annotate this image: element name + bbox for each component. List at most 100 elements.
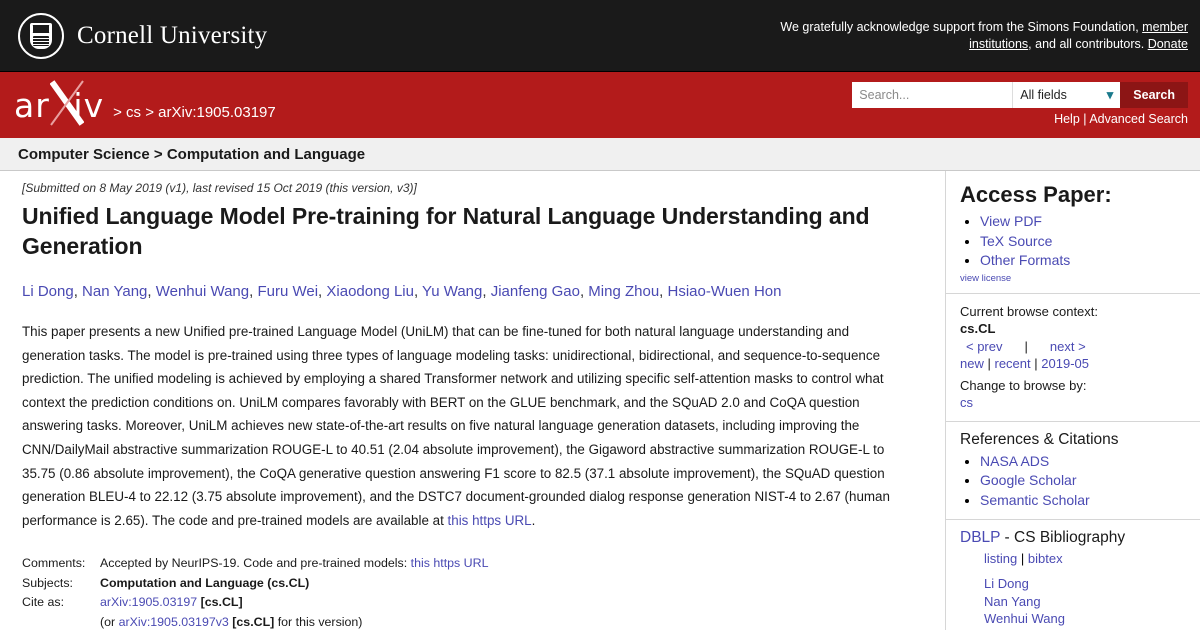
abstract-period: . bbox=[531, 512, 536, 528]
subject-archive-link[interactable]: Computer Science bbox=[18, 146, 150, 163]
author-link[interactable]: Furu Wei bbox=[257, 283, 318, 300]
author-separator: , bbox=[147, 283, 156, 300]
recent-listing-link[interactable]: recent bbox=[995, 356, 1031, 371]
abstract-body: This paper presents a new Unified pre-tr… bbox=[22, 324, 890, 528]
author-link[interactable]: Li Dong bbox=[22, 283, 74, 300]
version-id-link[interactable]: arXiv:1905.03197v3 bbox=[119, 615, 229, 629]
author-list: Li Dong, Nan Yang, Wenhui Wang, Furu Wei… bbox=[22, 281, 921, 302]
paper-metadata-table: Comments: Accepted by NeurIPS-19. Code a… bbox=[22, 554, 921, 630]
comments-label: Comments: bbox=[22, 556, 86, 571]
search-scope-select[interactable]: All fields ▾ bbox=[1012, 82, 1121, 108]
comments-text: Accepted by NeurIPS-19. Code and pre-tra… bbox=[100, 556, 411, 571]
browse-links-row: new | recent | 2019-05 bbox=[960, 355, 1200, 373]
search-help-links: Help | Advanced Search bbox=[1054, 112, 1188, 126]
dblp-link[interactable]: DBLP bbox=[960, 529, 1000, 546]
help-link[interactable]: Help bbox=[1054, 112, 1080, 126]
access-paper-box: Access Paper: View PDF TeX Source Other … bbox=[946, 171, 1200, 294]
author-link[interactable]: Nan Yang bbox=[82, 283, 147, 300]
author-link[interactable]: Wenhui Wang bbox=[156, 283, 249, 300]
dblp-title-rest: - CS Bibliography bbox=[1004, 529, 1126, 546]
support-prefix-text: We gratefully acknowledge support from t… bbox=[780, 19, 1143, 34]
donate-link[interactable]: Donate bbox=[1148, 37, 1188, 51]
references-citations-box: References & Citations NASA ADS Google S… bbox=[946, 422, 1200, 520]
access-paper-title: Access Paper: bbox=[960, 182, 1112, 207]
browse-sep-1: | bbox=[987, 356, 991, 371]
breadcrumb-archive-link[interactable]: cs bbox=[126, 104, 141, 121]
author-link[interactable]: Ming Zhou bbox=[588, 283, 659, 300]
version-suffix: for this version) bbox=[274, 614, 363, 629]
cite-as-value: arXiv:1905.03197 [cs.CL] bbox=[100, 593, 243, 613]
comments-value: Accepted by NeurIPS-19. Code and pre-tra… bbox=[100, 554, 488, 574]
subject-separator: > bbox=[153, 146, 163, 163]
semantic-scholar-link[interactable]: Semantic Scholar bbox=[980, 492, 1090, 508]
breadcrumb-sep-2: > bbox=[145, 103, 154, 121]
view-license-link[interactable]: view license bbox=[960, 273, 1200, 284]
author-separator: , bbox=[73, 283, 83, 300]
dblp-sublinks: listing | bibtex bbox=[960, 550, 1200, 568]
other-formats-link[interactable]: Other Formats bbox=[980, 252, 1070, 268]
dblp-author-link[interactable]: Li Dong bbox=[984, 575, 1200, 593]
arxiv-logo[interactable]: arXiv bbox=[14, 79, 104, 126]
subjects-label: Subjects: bbox=[22, 575, 73, 590]
prev-paper-link[interactable]: < prev bbox=[966, 338, 1003, 356]
subject-category-link[interactable]: Computation and Language bbox=[167, 146, 365, 163]
comments-url-link[interactable]: this https URL bbox=[411, 556, 489, 570]
browse-context-value: cs.CL bbox=[960, 321, 996, 336]
abstract-text: This paper presents a new Unified pre-tr… bbox=[22, 320, 892, 532]
abstract-url-link[interactable]: this https URL bbox=[448, 513, 532, 528]
browse-context-box: Current browse context: cs.CL < prev | n… bbox=[946, 294, 1200, 422]
search-button[interactable]: Search bbox=[1120, 82, 1188, 108]
subject-breadcrumb-band: Computer Science > Computation and Langu… bbox=[0, 138, 1200, 171]
chevron-down-icon: ▾ bbox=[1106, 87, 1114, 102]
breadcrumb-paper-id: arXiv:1905.03197 bbox=[158, 103, 276, 121]
dblp-author-link[interactable]: Nan Yang bbox=[984, 593, 1200, 611]
sidebar: Access Paper: View PDF TeX Source Other … bbox=[945, 171, 1200, 630]
next-paper-link[interactable]: next > bbox=[1050, 338, 1086, 356]
cornell-brand-link[interactable]: Cornell University bbox=[18, 12, 268, 59]
page-body: [Submitted on 8 May 2019 (v1), last revi… bbox=[0, 171, 1200, 630]
dblp-bibtex-link[interactable]: bibtex bbox=[1028, 551, 1063, 566]
list-item: Other Formats bbox=[980, 251, 1200, 270]
metadata-row-cite-as: Cite as: arXiv:1905.03197 [cs.CL] bbox=[22, 593, 921, 613]
version-prefix: (or bbox=[100, 614, 119, 629]
view-pdf-link[interactable]: View PDF bbox=[980, 213, 1042, 229]
cornell-header: Cornell University We gratefully acknowl… bbox=[0, 0, 1200, 72]
tex-source-link[interactable]: TeX Source bbox=[980, 233, 1052, 249]
cite-as-label: Cite as: bbox=[22, 595, 65, 610]
cite-arxiv-id-link[interactable]: arXiv:1905.03197 bbox=[100, 595, 197, 609]
links-separator: | bbox=[1083, 112, 1087, 126]
browse-context-label: Current browse context: bbox=[960, 303, 1099, 319]
support-middle-text: , and all contributors. bbox=[1028, 36, 1148, 51]
author-link[interactable]: Xiaodong Liu bbox=[326, 283, 414, 300]
subjects-value: Computation and Language (cs.CL) bbox=[100, 575, 310, 590]
references-title: References & Citations bbox=[960, 430, 1119, 448]
browse-cs-link[interactable]: cs bbox=[960, 395, 973, 410]
dblp-title: DBLP - CS Bibliography bbox=[960, 529, 1200, 547]
new-listing-link[interactable]: new bbox=[960, 356, 984, 371]
author-link[interactable]: Hsiao-Wuen Hon bbox=[668, 283, 782, 300]
author-separator: , bbox=[413, 283, 423, 300]
browse-sep-2: | bbox=[1034, 356, 1038, 371]
dblp-bibliography-box: DBLP - CS Bibliography listing | bibtex … bbox=[946, 520, 1200, 630]
list-item: View PDF bbox=[980, 212, 1200, 231]
arxiv-header-bar: arXiv > cs > arXiv:1905.03197 All fields… bbox=[0, 72, 1200, 138]
author-link[interactable]: Yu Wang bbox=[422, 283, 482, 300]
version-value: (or arXiv:1905.03197v3 [cs.CL] for this … bbox=[100, 613, 362, 630]
dblp-author-list: Li Dong Nan Yang Wenhui Wang Furu Wei Xi… bbox=[960, 575, 1200, 630]
breadcrumb: > cs > arXiv:1905.03197 bbox=[113, 104, 276, 121]
list-item: NASA ADS bbox=[980, 452, 1200, 471]
search-scope-value: All fields bbox=[1020, 88, 1067, 102]
month-listing-link[interactable]: 2019-05 bbox=[1041, 356, 1089, 371]
dblp-author-link[interactable]: Wenhui Wang bbox=[984, 610, 1200, 628]
list-item: Google Scholar bbox=[980, 471, 1200, 490]
support-acknowledgment: We gratefully acknowledge support from t… bbox=[768, 19, 1188, 53]
google-scholar-link[interactable]: Google Scholar bbox=[980, 472, 1077, 488]
dblp-listing-link[interactable]: listing bbox=[984, 551, 1017, 566]
author-link[interactable]: Jianfeng Gao bbox=[491, 283, 580, 300]
advanced-search-link[interactable]: Advanced Search bbox=[1089, 112, 1188, 126]
prev-next-nav: < prev | next > bbox=[960, 338, 1200, 356]
search-input[interactable] bbox=[852, 82, 1013, 108]
nasa-ads-link[interactable]: NASA ADS bbox=[980, 453, 1049, 469]
cornell-university-label: Cornell University bbox=[77, 21, 268, 49]
prevnext-separator: | bbox=[1024, 338, 1028, 354]
